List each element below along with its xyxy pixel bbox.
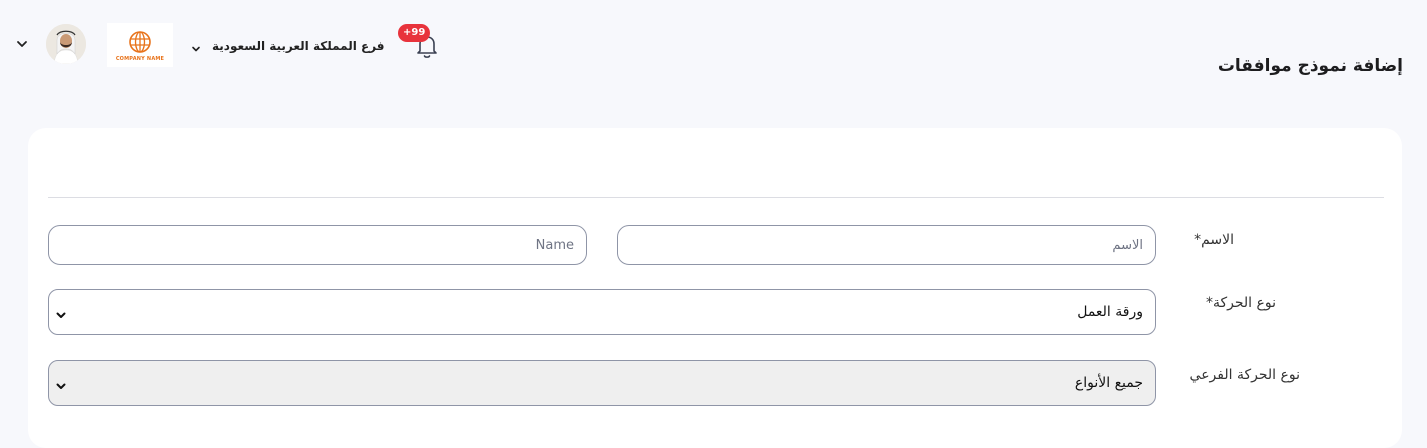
sub-movement-type-selected-value: جميع الأنواع (1074, 375, 1143, 391)
user-menu-chevron-down-icon[interactable] (14, 36, 30, 52)
name-arabic-input[interactable] (617, 225, 1156, 265)
chevron-down-icon (190, 40, 202, 52)
sub-movement-type-label: نوع الحركة الفرعي (1189, 367, 1300, 383)
top-bar: COMPANY NAME فرع المملكة العربية السعودي… (0, 0, 1427, 90)
name-label-text: الاسم (1201, 232, 1234, 248)
chevron-down-icon (55, 377, 67, 389)
movement-type-select[interactable]: ورقة العمل (48, 289, 1156, 335)
name-english-input[interactable] (48, 225, 587, 265)
movement-type-selected-value: ورقة العمل (1077, 304, 1143, 320)
sub-movement-type-select[interactable]: جميع الأنواع (48, 360, 1156, 406)
company-logo: COMPANY NAME (107, 23, 173, 67)
branch-label: فرع المملكة العربية السعودية (212, 39, 385, 53)
avatar[interactable] (46, 24, 86, 64)
globe-logo-icon (129, 30, 151, 53)
movement-type-label-text: نوع الحركة (1212, 295, 1276, 311)
required-mark: * (1205, 295, 1213, 311)
company-name-text: COMPANY NAME (115, 55, 165, 62)
movement-type-label: نوع الحركة* (1203, 295, 1276, 311)
name-field-label: الاسم* (1191, 232, 1234, 248)
chevron-down-icon (55, 306, 67, 318)
notification-count-badge: +99 (398, 24, 431, 42)
page-title: إضافة نموذج موافقات (1217, 56, 1403, 76)
branch-selector[interactable]: فرع المملكة العربية السعودية (190, 36, 385, 56)
notifications-button[interactable]: +99 (398, 24, 444, 60)
card-divider (48, 197, 1384, 198)
form-card: الاسم* نوع الحركة* ورقة العمل نوع الحركة… (28, 128, 1402, 448)
